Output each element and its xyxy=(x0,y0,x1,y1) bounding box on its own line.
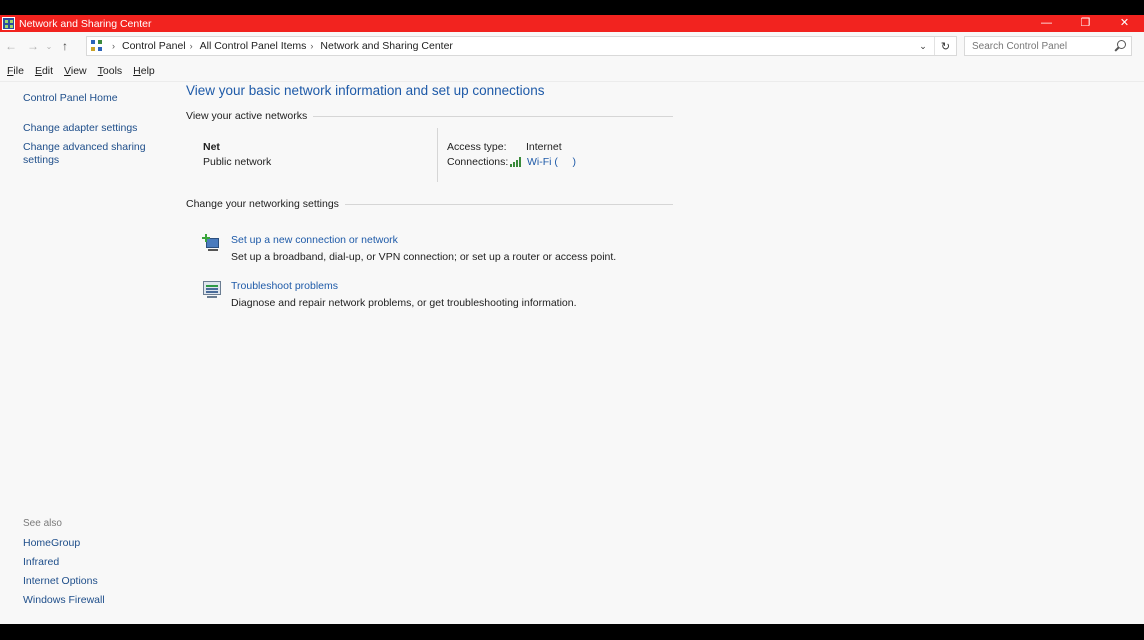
new-connection-icon xyxy=(202,234,222,252)
search-input[interactable]: Search Control Panel xyxy=(964,36,1132,56)
page-title: View your basic network information and … xyxy=(186,83,545,98)
search-placeholder: Search Control Panel xyxy=(972,40,1068,52)
back-button[interactable]: ← xyxy=(0,35,22,57)
infrared-link[interactable]: Infrared xyxy=(23,556,59,568)
letterbox-top xyxy=(0,0,1144,15)
change-adapter-settings-link[interactable]: Change adapter settings xyxy=(23,122,137,135)
homegroup-link[interactable]: HomeGroup xyxy=(23,537,80,549)
breadcrumb-separator-icon[interactable]: › xyxy=(112,41,115,51)
menu-file[interactable]: File xyxy=(7,65,24,77)
section-divider xyxy=(313,115,673,117)
change-advanced-sharing-link[interactable]: Change advanced sharing settings xyxy=(23,141,153,167)
connection-value: Wi-Fi ( ) xyxy=(510,156,576,168)
access-type-value: Internet xyxy=(526,141,562,153)
network-name: Net xyxy=(203,141,220,153)
section-divider xyxy=(344,203,673,205)
address-bar: ← → ⌄ ↑ › Control Panel › All Control Pa… xyxy=(0,34,1144,58)
refresh-button[interactable]: ↻ xyxy=(934,37,956,55)
network-type: Public network xyxy=(203,156,272,168)
breadcrumb-separator-icon[interactable]: › xyxy=(190,41,193,51)
title-bar: Network and Sharing Center — ❐ ✕ xyxy=(0,15,1144,32)
control-panel-icon xyxy=(2,17,15,30)
forward-button[interactable]: → xyxy=(22,35,44,57)
address-field[interactable]: › Control Panel › All Control Panel Item… xyxy=(86,36,957,56)
troubleshoot-icon xyxy=(202,280,222,298)
connections-label: Connections: xyxy=(447,156,509,168)
breadcrumb-all-items[interactable]: All Control Panel Items xyxy=(200,40,307,52)
breadcrumb-control-panel[interactable]: Control Panel xyxy=(122,40,186,52)
control-panel-icon xyxy=(90,39,104,53)
see-also-title: See also xyxy=(23,518,62,529)
recent-locations-button[interactable]: ⌄ xyxy=(44,42,54,51)
explorer-window: Network and Sharing Center — ❐ ✕ ← → ⌄ ↑… xyxy=(0,15,1144,624)
window-title: Network and Sharing Center xyxy=(19,17,152,30)
menu-tools[interactable]: Tools xyxy=(98,65,123,77)
up-button[interactable]: ↑ xyxy=(54,35,76,57)
network-divider xyxy=(437,128,438,182)
control-panel-home-link[interactable]: Control Panel Home xyxy=(23,92,118,105)
close-button[interactable]: ✕ xyxy=(1105,15,1144,32)
menu-view[interactable]: View xyxy=(64,65,87,77)
menu-divider xyxy=(0,81,1144,82)
menu-help[interactable]: Help xyxy=(133,65,155,77)
troubleshoot-problems-desc: Diagnose and repair network problems, or… xyxy=(231,297,577,309)
letterbox-bottom xyxy=(0,624,1144,640)
troubleshoot-problems-link[interactable]: Troubleshoot problems xyxy=(231,280,338,292)
setup-new-connection-link[interactable]: Set up a new connection or network xyxy=(231,234,398,246)
windows-firewall-link[interactable]: Windows Firewall xyxy=(23,594,105,606)
internet-options-link[interactable]: Internet Options xyxy=(23,575,98,587)
breadcrumb-network-center[interactable]: Network and Sharing Center xyxy=(320,40,453,52)
breadcrumb-separator-icon[interactable]: › xyxy=(310,41,313,51)
search-icon[interactable] xyxy=(1114,40,1126,52)
window-controls: — ❐ ✕ xyxy=(1027,15,1144,32)
wifi-connection-link[interactable]: Wi-Fi ( ) xyxy=(527,156,576,168)
restore-button[interactable]: ❐ xyxy=(1066,15,1105,32)
access-type-label: Access type: xyxy=(447,141,507,153)
address-dropdown-icon[interactable]: ⌄ xyxy=(916,37,930,55)
setup-new-connection-desc: Set up a broadband, dial-up, or VPN conn… xyxy=(231,251,617,263)
minimize-button[interactable]: — xyxy=(1027,15,1066,32)
active-networks-header: View your active networks xyxy=(186,110,673,122)
menu-bar: File Edit View Tools Help xyxy=(0,63,1144,79)
wifi-signal-icon xyxy=(510,157,523,167)
networking-settings-header: Change your networking settings xyxy=(186,198,673,210)
menu-edit[interactable]: Edit xyxy=(35,65,53,77)
